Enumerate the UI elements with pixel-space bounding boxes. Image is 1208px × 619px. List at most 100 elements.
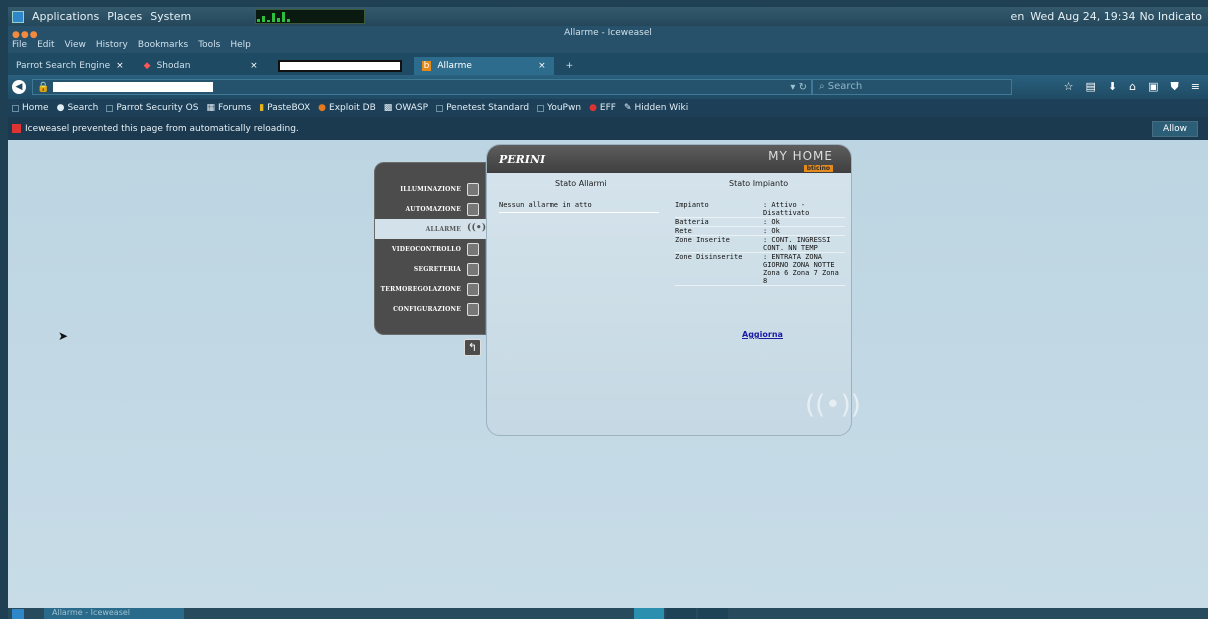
row-value: : Attivo - Disattivato xyxy=(763,201,810,217)
menu-file[interactable]: File xyxy=(12,40,27,53)
home-icon[interactable]: ⌂ xyxy=(1129,80,1136,94)
reload-icon[interactable]: ▾ ↻ xyxy=(790,82,811,93)
tab-redacted[interactable] xyxy=(270,57,410,75)
menu-help[interactable]: Help xyxy=(230,40,251,53)
bookmark-pastebox[interactable]: ▮ PasteBOX xyxy=(259,103,310,113)
bookmark-label: OWASP xyxy=(395,103,429,113)
tab-parrot-search[interactable]: Parrot Search Engine × xyxy=(8,57,132,75)
mouse-cursor-icon: ➤ xyxy=(58,329,69,343)
download-icon[interactable]: ⬇ xyxy=(1108,80,1117,94)
bookmark-search[interactable]: ● Search xyxy=(57,103,99,113)
workspace-3[interactable] xyxy=(698,608,728,619)
gears-icon xyxy=(467,302,479,316)
panel-header: PERINI MY HOME bticino xyxy=(487,145,851,173)
bookmark-home[interactable]: Home xyxy=(12,103,49,113)
navigation-toolbar: ◀ 🔒 ▾ ↻ ⌕ Search ☆ ▤ ⬇ ⌂ ▣ ⛊ ≡ xyxy=(8,75,1208,99)
taskbar-window-button[interactable]: Allarme - Iceweasel xyxy=(44,608,184,619)
back-button[interactable]: ↰ xyxy=(464,339,481,356)
bookmark-exploitdb[interactable]: ● Exploit DB xyxy=(318,103,376,113)
tab-allarme[interactable]: b Allarme × xyxy=(413,57,554,75)
brand-title: PERINI xyxy=(499,152,546,166)
menu-item-allarme[interactable]: ALLARME ((•)) xyxy=(375,219,491,239)
app-menu-icon[interactable] xyxy=(12,608,24,619)
app-menu-icon[interactable] xyxy=(12,10,24,23)
bookmark-label: Search xyxy=(67,103,99,113)
tab-strip: Parrot Search Engine × ◆ Shodan × b Alla… xyxy=(8,53,1208,75)
refresh-link[interactable]: Aggiorna xyxy=(742,330,783,339)
close-icon[interactable]: × xyxy=(250,61,258,71)
menu-applications[interactable]: Applications xyxy=(28,10,103,23)
table-row: Zone Disinserite: ENTRATA ZONA GIORNO ZO… xyxy=(675,253,845,286)
menu-item-configurazione[interactable]: CONFIGURAZIONE xyxy=(375,299,487,319)
wiki-icon: ✎ xyxy=(623,103,632,113)
menu-places[interactable]: Places xyxy=(103,10,146,23)
window-titlebar: ●●● Allarme - Iceweasel xyxy=(8,26,1208,40)
menu-item-automazione[interactable]: AUTOMAZIONE xyxy=(375,199,487,219)
clipboard-icon[interactable]: ▤ xyxy=(1086,80,1096,94)
star-icon[interactable]: ☆ xyxy=(1064,80,1074,94)
menu-item-label: ALLARME xyxy=(425,225,461,233)
pocket-icon[interactable]: ▣ xyxy=(1148,80,1158,94)
menu-icon[interactable]: ≡ xyxy=(1191,80,1200,94)
bookmark-owasp[interactable]: ▩ OWASP xyxy=(384,103,428,113)
folder-icon xyxy=(12,104,19,112)
bookmark-eff[interactable]: ● EFF xyxy=(589,103,616,113)
close-icon[interactable]: × xyxy=(538,61,546,71)
shield-icon[interactable]: ⛊ xyxy=(1171,80,1179,94)
back-icon[interactable]: ◀ xyxy=(12,80,26,94)
menu-tools[interactable]: Tools xyxy=(198,40,220,53)
paste-icon: ▮ xyxy=(259,103,265,113)
page-content: ILLUMINAZIONE AUTOMAZIONE ALLARME ((•)) … xyxy=(8,140,1208,608)
menu-item-label: ILLUMINAZIONE xyxy=(400,185,461,193)
clock[interactable]: Wed Aug 24, 19:34 xyxy=(1030,10,1135,23)
bookmark-label: Parrot Security OS xyxy=(116,103,199,113)
menu-item-termoregolazione[interactable]: TERMOREGOLAZIONE xyxy=(375,279,487,299)
menu-edit[interactable]: Edit xyxy=(37,40,54,53)
search-input[interactable]: ⌕ Search xyxy=(812,79,1012,95)
bookmark-label: EFF xyxy=(599,103,616,113)
menu-item-segreteria[interactable]: SEGRETERIA xyxy=(375,259,487,279)
bookmark-youpwn[interactable]: YouPwn xyxy=(537,103,581,113)
lang-indicator[interactable]: en xyxy=(1011,10,1031,23)
menu-view[interactable]: View xyxy=(65,40,86,53)
thermometer-icon xyxy=(467,282,479,296)
folder-icon xyxy=(436,104,444,112)
bookmark-hidden-wiki[interactable]: ✎ Hidden Wiki xyxy=(624,103,688,113)
row-key: Zone Disinserite xyxy=(675,253,743,261)
bottom-taskbar: Allarme - Iceweasel xyxy=(8,608,1208,619)
menu-item-videocontrollo[interactable]: VIDEOCONTROLLO xyxy=(375,239,487,259)
new-tab-icon[interactable]: + xyxy=(558,57,582,75)
menu-item-label: AUTOMAZIONE xyxy=(405,205,461,213)
bookmark-penetest[interactable]: Penetest Standard xyxy=(436,103,529,113)
menu-bookmarks[interactable]: Bookmarks xyxy=(138,40,188,53)
alarm-icon: ((•)) xyxy=(467,222,491,233)
workspace-2[interactable] xyxy=(666,608,696,619)
toolbar-icons: ☆ ▤ ⬇ ⌂ ▣ ⛊ ≡ xyxy=(1064,80,1204,94)
bticino-logo: bticino xyxy=(803,165,833,172)
table-row: Rete: Ok xyxy=(675,227,845,236)
exploit-icon: ● xyxy=(318,103,327,113)
close-icon[interactable]: × xyxy=(116,61,124,71)
bookmark-label: Exploit DB xyxy=(329,103,376,113)
menu-item-illuminazione[interactable]: ILLUMINAZIONE xyxy=(375,179,487,199)
bookmark-label: PasteBOX xyxy=(267,103,311,113)
bookmark-label: Forums xyxy=(217,103,252,113)
tab-label: Parrot Search Engine xyxy=(16,61,111,71)
forum-icon: ▦ xyxy=(206,103,215,113)
shodan-icon: ◆ xyxy=(143,61,151,71)
bookmark-label: Penetest Standard xyxy=(446,103,530,113)
top-panel: Applications Places System en Wed Aug 24… xyxy=(8,7,1208,26)
menu-system[interactable]: System xyxy=(146,10,195,23)
wrench-icon xyxy=(467,242,479,256)
bookmark-forums[interactable]: ▦ Forums xyxy=(206,103,251,113)
tab-shodan[interactable]: ◆ Shodan × xyxy=(136,57,266,75)
dot-icon: ● xyxy=(56,103,65,113)
bookmark-label: YouPwn xyxy=(547,103,582,113)
menu-history[interactable]: History xyxy=(96,40,128,53)
url-bar[interactable]: 🔒 ▾ ↻ xyxy=(32,79,812,95)
allow-button[interactable]: Allow xyxy=(1151,120,1198,137)
workspace-1[interactable] xyxy=(634,608,664,619)
bulb-icon xyxy=(467,182,479,196)
menu-item-label: TERMOREGOLAZIONE xyxy=(380,285,461,293)
bookmark-parrot[interactable]: Parrot Security OS xyxy=(106,103,198,113)
